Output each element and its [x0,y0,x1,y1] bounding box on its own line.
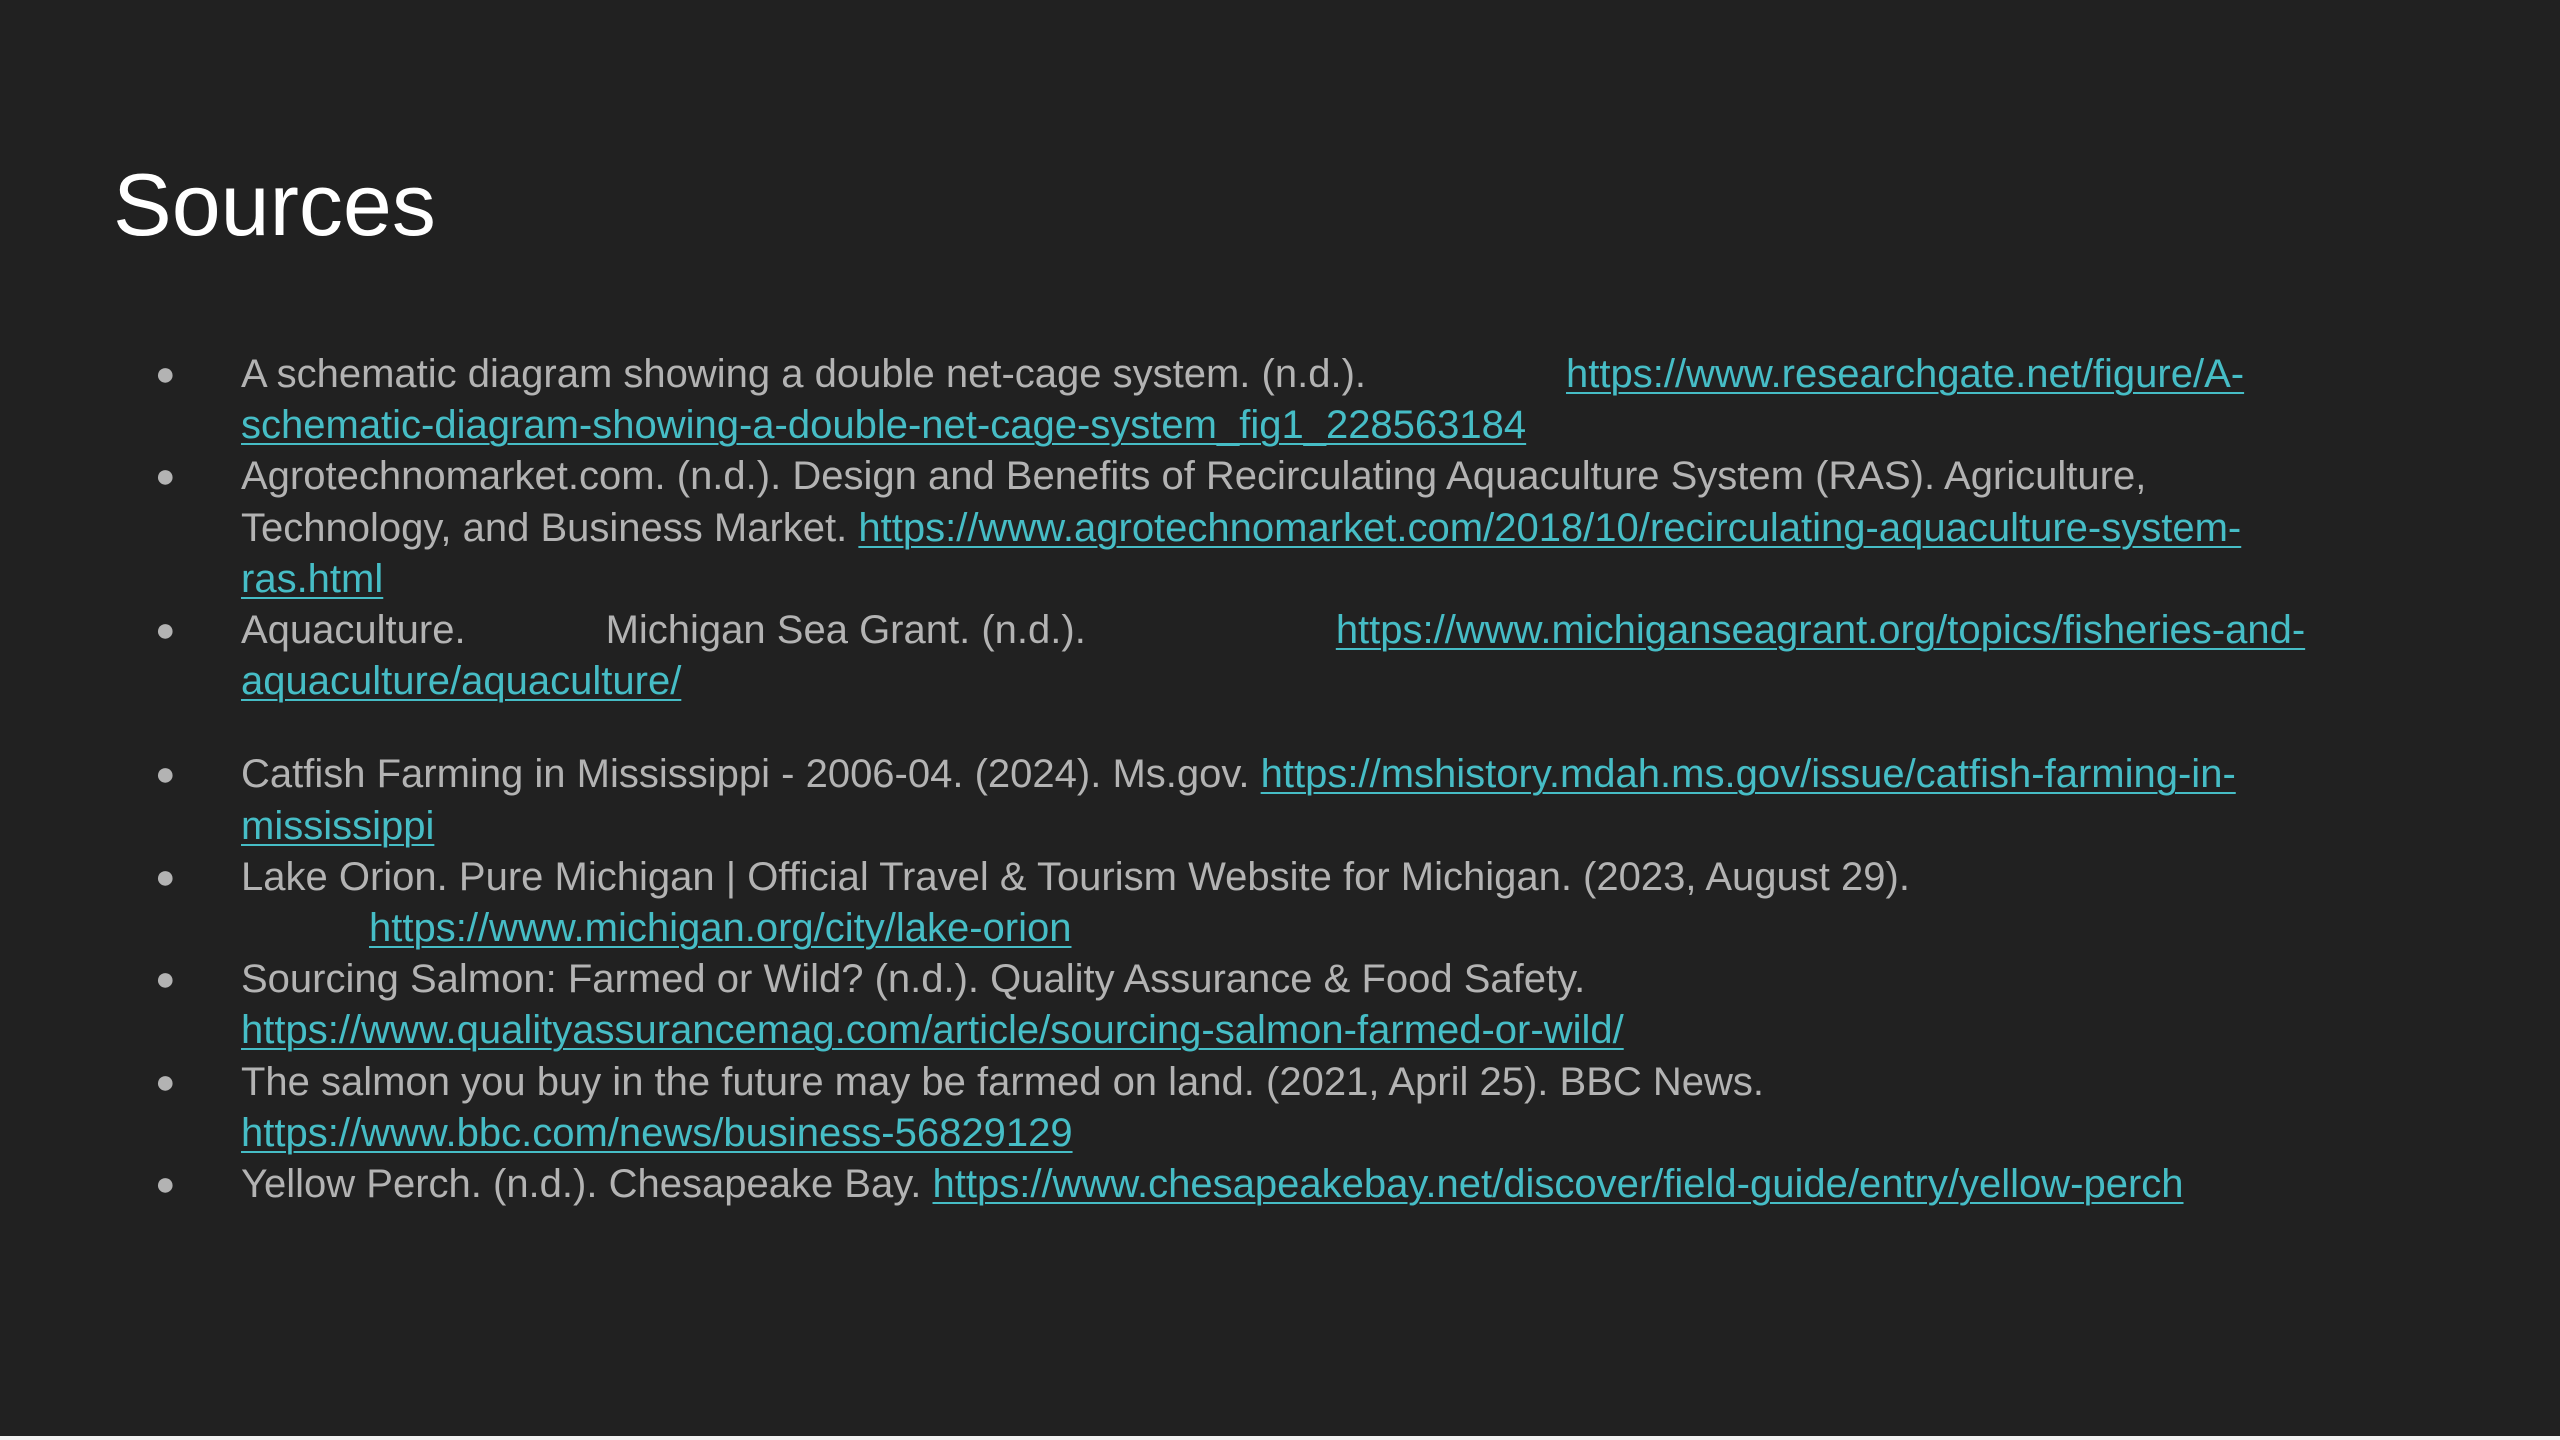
source-text: Catfish Farming in Mississippi - 2006-04… [241,752,1250,797]
source-text: Lake Orion. Pure Michigan | Official Tra… [241,854,1910,899]
source-text: Aquaculture. [241,608,466,653]
bullet-icon: ● [155,611,176,650]
source-text: Michigan Sea Grant. (n.d.). [605,608,1086,653]
bullet-icon: ● [155,1062,176,1101]
source-text: The salmon you buy in the future may be … [241,1059,1765,1104]
bullet-icon: ● [155,1165,176,1204]
source-item: ● The salmon you buy in the future may b… [0,1057,2560,1159]
source-link[interactable]: https://www.chesapeakebay.net/discover/f… [933,1162,2184,1206]
sources-list: ● A schematic diagram showing a double n… [0,349,2560,1210]
source-link[interactable]: https://www.bbc.com/news/business-568291… [241,1111,1073,1155]
bullet-icon: ● [155,755,176,794]
bullet-icon: ● [155,457,176,496]
source-text: Sourcing Salmon: Farmed or Wild? (n.d.).… [241,957,1586,1002]
slide-title: Sources [113,155,436,254]
source-link[interactable]: https://www.qualityassurancemag.com/arti… [241,1008,1624,1052]
source-item: ● Yellow Perch. (n.d.). Chesapeake Bay. … [0,1159,2560,1210]
slide: Sources ● A schematic diagram showing a … [0,0,2560,1436]
source-text: A schematic diagram showing a double net… [241,352,1366,396]
source-text: Yellow Perch. (n.d.). Chesapeake Bay. [241,1162,922,1207]
bottom-border [0,1436,2560,1440]
bullet-icon: ● [155,857,176,896]
source-item: ● A schematic diagram showing a double n… [0,349,2560,451]
bullet-icon: ● [155,960,176,999]
source-text: Technology, and Business Market. [241,505,848,550]
source-item: ● Agrotechnomarket.com. (n.d.). Design a… [0,451,2560,605]
source-item: ● Lake Orion. Pure Michigan | Official T… [0,852,2560,954]
source-link[interactable]: https://www.michigan.org/city/lake-orion [369,906,1072,950]
source-item: ● Catfish Farming in Mississippi - 2006-… [0,749,2560,851]
source-item: ● Aquaculture. Michigan Sea Grant. (n.d.)… [0,605,2560,707]
source-link[interactable]: https://www.michiganseagrant.org/topics/… [241,608,2305,703]
source-text: Agrotechnomarket.com. (n.d.). Design and… [241,454,2147,499]
source-item: ● Sourcing Salmon: Farmed or Wild? (n.d.… [0,954,2560,1056]
bullet-icon: ● [155,355,176,393]
